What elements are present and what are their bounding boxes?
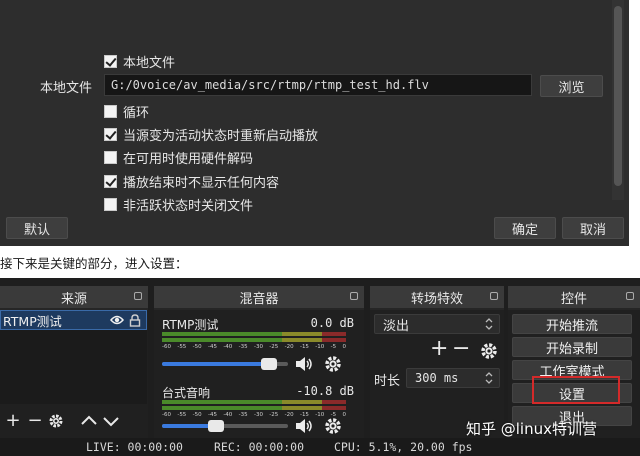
sources-dock-body: RTMP测试 + −	[0, 310, 148, 456]
restart-on-active-checkbox-row[interactable]: 当源变为活动状态时重新启动播放	[104, 125, 319, 144]
speaker-icon[interactable]	[294, 355, 312, 373]
loop-checkbox[interactable]	[104, 104, 117, 118]
status-bar: LIVE: 00:00:00 REC: 00:00:00 CPU: 5.1%, …	[0, 438, 640, 456]
local-file-checkbox-row[interactable]: 本地文件	[104, 52, 176, 71]
remove-transition-icon[interactable]: −	[452, 338, 470, 360]
dock-float-icon[interactable]	[626, 292, 634, 300]
gear-icon[interactable]	[324, 417, 342, 435]
sources-dock: 来源 RTMP测试 + −	[0, 286, 148, 456]
browse-button[interactable]: 浏览	[540, 75, 603, 97]
mixer-channel-name: 台式音响	[162, 386, 211, 400]
mixer-channel-db: -10.8 dB	[296, 384, 354, 398]
local-file-checkbox-label: 本地文件	[123, 55, 176, 71]
meter-ticks: -60 -55 -50 -45 -40 -35 -30 -25 -20 -15 -10 -5 0	[162, 344, 346, 350]
hide-when-ended-checkbox-label: 播放结束时不显示任何内容	[123, 175, 280, 191]
local-file-checkbox[interactable]	[104, 54, 117, 68]
controls-dock-title: 控件	[508, 286, 640, 308]
close-when-inactive-checkbox-row[interactable]: 非活跃状态时关闭文件	[104, 195, 254, 214]
mixer-dock-title: 混音器	[154, 286, 364, 308]
defaults-button[interactable]: 默认	[6, 217, 68, 239]
rec-time: REC: 00:00:00	[214, 440, 305, 454]
restart-on-active-checkbox-label: 当源变为活动状态时重新启动播放	[123, 128, 319, 144]
mixer-channel-name: RTMP测试	[162, 318, 219, 332]
hide-when-ended-checkbox-row[interactable]: 播放结束时不显示任何内容	[104, 172, 280, 191]
transition-properties-gear-icon[interactable]	[480, 342, 498, 360]
transition-select-value: 淡出	[383, 318, 410, 334]
gear-icon[interactable]	[324, 355, 342, 373]
volume-meter	[162, 338, 346, 342]
move-down-chevron-icon[interactable]	[102, 413, 120, 429]
mixer-dock: 混音器 RTMP测试 0.0 dB -60 -55 -50 -45 -40 -35 -30-…	[154, 286, 364, 456]
screenshot: 本地文件 本地文件 G:/0voice/av_media/src/rtmp/rt…	[0, 0, 640, 456]
volume-meter	[162, 332, 346, 336]
transition-select[interactable]: 淡出	[374, 314, 500, 334]
loop-checkbox-label: 循环	[123, 105, 150, 121]
start-streaming-button[interactable]: 开始推流	[512, 314, 632, 334]
source-item-rtmp-test[interactable]: RTMP测试	[0, 310, 147, 330]
cancel-button[interactable]: 取消	[562, 217, 624, 239]
spinbox-arrows-icon[interactable]	[483, 371, 495, 385]
volume-meter	[162, 400, 346, 404]
controls-dock-title-text: 控件	[560, 291, 587, 307]
duration-spinbox[interactable]: 300 ms	[406, 368, 500, 388]
dock-float-icon[interactable]	[490, 292, 498, 300]
hardware-decoding-checkbox[interactable]	[104, 150, 117, 164]
ok-button[interactable]: 确定	[494, 217, 556, 239]
volume-slider[interactable]	[162, 358, 288, 370]
media-source-properties-dialog: 本地文件 本地文件 G:/0voice/av_media/src/rtmp/rt…	[0, 0, 629, 246]
live-time: LIVE: 00:00:00	[86, 440, 183, 454]
select-arrows-icon	[485, 318, 493, 330]
dock-float-icon[interactable]	[350, 292, 358, 300]
loop-checkbox-row[interactable]: 循环	[104, 102, 150, 121]
hardware-decoding-checkbox-label: 在可用时使用硬件解码	[123, 151, 254, 167]
restart-on-active-checkbox[interactable]	[104, 127, 117, 141]
article-caption: 接下来是关键的部分，进入设置：	[0, 256, 188, 271]
volume-slider[interactable]	[162, 420, 288, 432]
close-when-inactive-checkbox[interactable]	[104, 197, 117, 211]
sources-dock-title: 来源	[0, 286, 148, 308]
cpu-fps: CPU: 5.1%, 20.00 fps	[334, 440, 473, 454]
mixer-dock-title-text: 混音器	[239, 291, 279, 307]
settings-highlight-box	[532, 376, 620, 404]
mixer-channel-db: 0.0 dB	[310, 316, 354, 330]
visibility-eye-icon[interactable]	[110, 314, 124, 326]
duration-value: 300 ms	[415, 371, 459, 385]
mixer-dock-body: RTMP测试 0.0 dB -60 -55 -50 -45 -40 -35 -30 -25 -2…	[154, 310, 364, 456]
sources-list[interactable]: RTMP测试	[0, 310, 147, 404]
speaker-icon[interactable]	[294, 417, 312, 435]
add-source-icon[interactable]: +	[4, 412, 22, 430]
close-when-inactive-checkbox-label: 非活跃状态时关闭文件	[123, 198, 254, 214]
sources-dock-title-text: 来源	[60, 291, 87, 307]
volume-meter	[162, 406, 346, 410]
watermark: 知乎 @linux特训营	[466, 420, 597, 438]
move-up-chevron-icon[interactable]	[80, 413, 98, 429]
local-file-label: 本地文件	[40, 81, 93, 96]
hardware-decoding-checkbox-row[interactable]: 在可用时使用硬件解码	[104, 148, 254, 167]
dock-float-icon[interactable]	[134, 292, 142, 300]
file-path-field[interactable]: G:/0voice/av_media/src/rtmp/rtmp_test_hd…	[104, 74, 532, 96]
sources-toolbar: + −	[0, 410, 147, 432]
source-settings-gear-icon[interactable]	[48, 413, 64, 429]
remove-source-icon[interactable]: −	[26, 412, 44, 430]
duration-label: 时长	[374, 374, 401, 389]
lock-icon[interactable]	[129, 314, 141, 327]
scrollbar-thumb[interactable]	[614, 6, 622, 186]
transitions-dock-title-text: 转场特效	[410, 291, 463, 307]
hide-when-ended-checkbox[interactable]	[104, 174, 117, 188]
source-item-label: RTMP测试	[3, 313, 62, 329]
start-recording-button[interactable]: 开始录制	[512, 337, 632, 357]
meter-ticks: -60 -55 -50 -45 -40 -35 -30 -25 -20 -15 -10 -5 0	[162, 412, 346, 418]
add-transition-icon[interactable]: +	[430, 338, 448, 360]
transitions-dock-title: 转场特效	[370, 286, 504, 308]
